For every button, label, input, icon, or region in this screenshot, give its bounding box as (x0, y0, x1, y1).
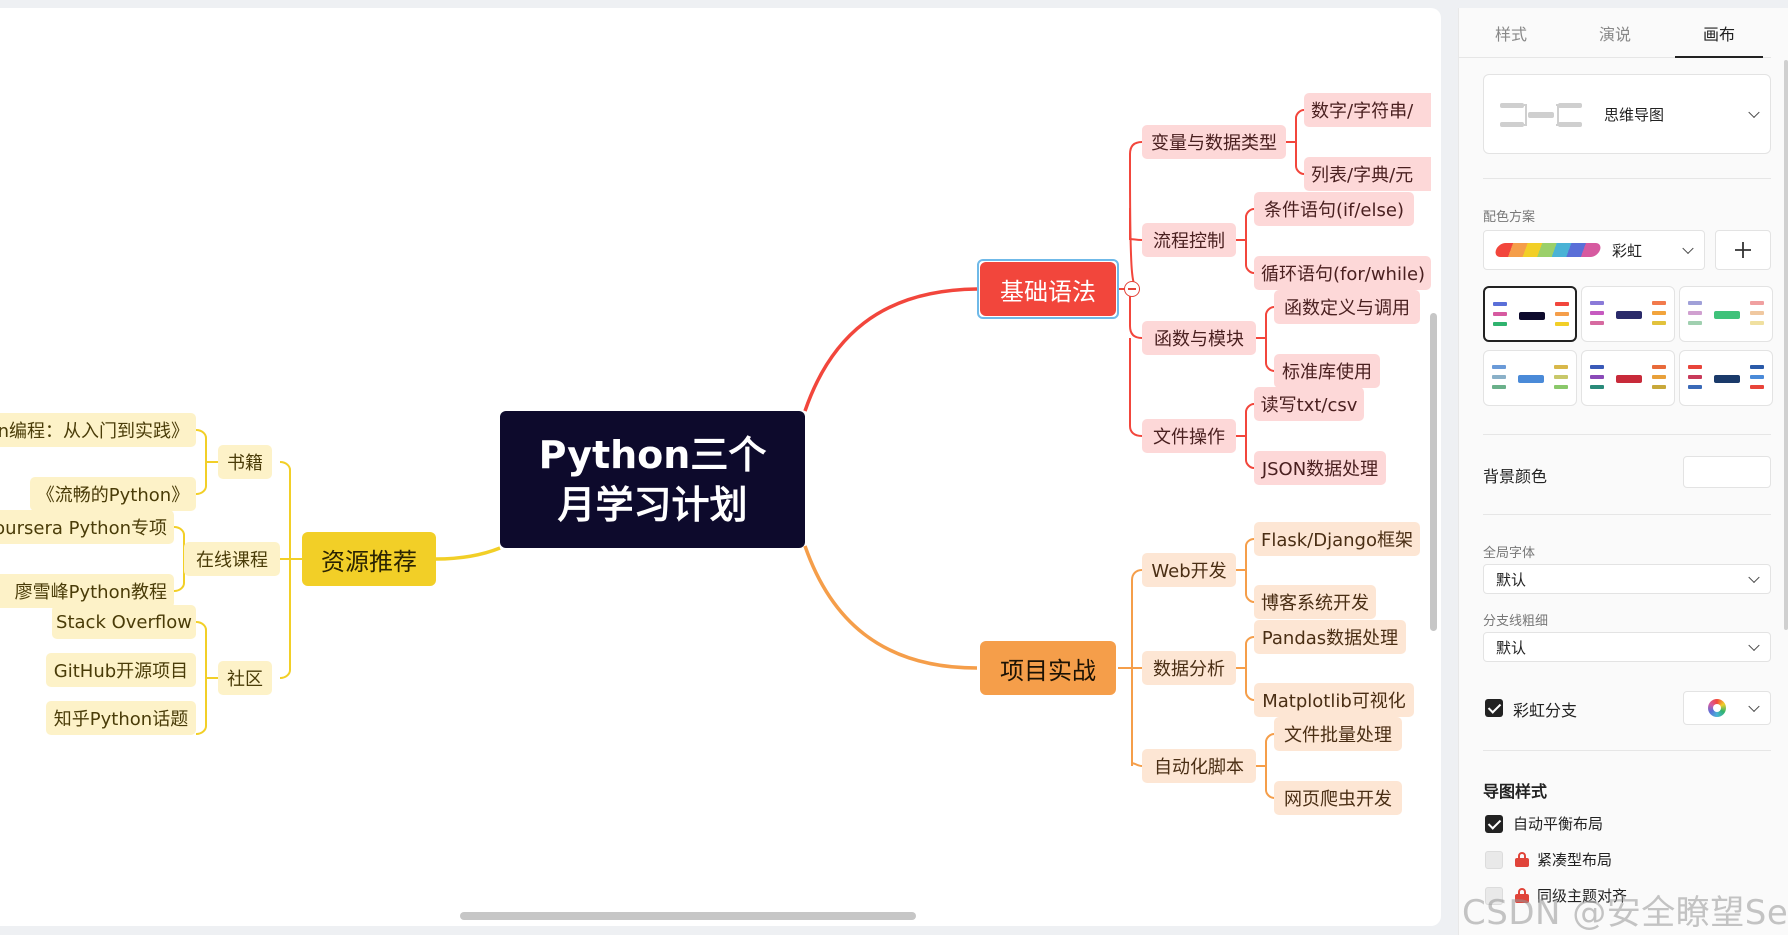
subtopic-courses[interactable]: 在线课程 (184, 542, 280, 576)
map-style-title: 导图样式 (1483, 782, 1548, 801)
branch-line-resources (435, 546, 501, 561)
subtopic-files[interactable]: 文件操作 (1142, 419, 1236, 453)
leaf-book-fluent[interactable]: 《流畅的Python》 (30, 477, 196, 511)
chevron-down-icon (1748, 700, 1760, 713)
leaf-batch-files[interactable]: 文件批量处理 (1274, 717, 1402, 751)
topic-resources[interactable]: 资源推荐 (302, 532, 436, 586)
divider (1483, 750, 1771, 751)
theme-thumb-4[interactable] (1483, 350, 1577, 406)
theme-thumb-6[interactable] (1679, 350, 1773, 406)
color-wheel-icon (1708, 699, 1726, 717)
leaf-flask-django[interactable]: Flask/Django框架 (1254, 522, 1420, 556)
subtopic-community[interactable]: 社区 (218, 661, 272, 695)
chevron-down-icon (1748, 639, 1760, 652)
chevron-down-icon (1748, 106, 1760, 119)
leaf-crawler[interactable]: 网页爬虫开发 (1274, 781, 1402, 815)
tab-canvas[interactable]: 画布 (1667, 8, 1771, 58)
rainbow-swatch-icon (1493, 243, 1603, 257)
leaf-json[interactable]: JSON数据处理 (1254, 451, 1386, 485)
tab-presentation[interactable]: 演说 (1563, 8, 1667, 57)
leaf-for-while[interactable]: 循环语句(for/while) (1254, 256, 1431, 290)
leaf-liaoxuefeng[interactable]: 廖雪峰Python教程 (0, 574, 174, 608)
subtopic-web[interactable]: Web开发 (1142, 553, 1236, 587)
subtopic-data-analysis[interactable]: 数据分析 (1142, 651, 1236, 685)
watermark: CSDN @安全瞭望Sec (1462, 893, 1788, 933)
divider (1483, 514, 1771, 515)
leaf-if-else[interactable]: 条件语句(if/else) (1254, 192, 1414, 226)
lock-icon (1515, 852, 1529, 867)
topic-basics[interactable]: 基础语法 (980, 262, 1116, 316)
color-scheme-label: 配色方案 (1483, 210, 1536, 225)
auto-balance-checkbox[interactable] (1485, 815, 1503, 833)
leaf-numbers-strings[interactable]: 数字/字符串/ (1304, 93, 1431, 127)
side-panel: 样式 演说 画布 思维导图 配色方案 彩虹 背景颜色 全局字体 默认 分支线粗细… (1458, 8, 1788, 935)
branch-line-basics (803, 287, 978, 412)
color-scheme-value: 彩虹 (1612, 241, 1643, 260)
plus-icon (1735, 242, 1751, 258)
auto-balance-label: 自动平衡布局 (1513, 815, 1604, 833)
background-color-label: 背景颜色 (1483, 467, 1548, 486)
theme-thumb-2[interactable] (1581, 286, 1675, 342)
leaf-matplotlib[interactable]: Matplotlib可视化 (1254, 683, 1414, 717)
rainbow-color-picker[interactable] (1683, 691, 1771, 725)
rainbow-branch-checkbox[interactable] (1485, 699, 1503, 717)
branch-width-label: 分支线粗细 (1483, 614, 1549, 629)
leaf-book-crash-course[interactable]: n编程：从入门到实践》 (0, 413, 196, 447)
horizontal-scrollbar[interactable] (460, 912, 916, 920)
topic-projects[interactable]: 项目实战 (980, 641, 1116, 695)
divider (1483, 434, 1771, 435)
leaf-txt-csv[interactable]: 读写txt/csv (1254, 387, 1364, 421)
global-font-select[interactable]: 默认 (1483, 564, 1771, 594)
collapse-icon[interactable] (1124, 281, 1140, 297)
leaf-pandas[interactable]: Pandas数据处理 (1254, 620, 1406, 654)
chevron-down-icon (1748, 571, 1760, 584)
compact-layout-checkbox[interactable] (1485, 851, 1503, 869)
panel-tabs: 样式 演说 画布 (1459, 8, 1771, 58)
compact-layout-label: 紧凑型布局 (1537, 851, 1613, 869)
tab-style[interactable]: 样式 (1459, 8, 1563, 57)
mindmap-canvas[interactable]: Python三个月学习计划 基础语法 项目实战 资源推荐 变量与数据类型 流程控… (0, 8, 1441, 926)
theme-thumb-5[interactable] (1581, 350, 1675, 406)
leaf-zhihu[interactable]: 知乎Python话题 (46, 701, 196, 735)
vertical-scrollbar[interactable] (1430, 313, 1437, 631)
structure-select[interactable]: 思维导图 (1483, 74, 1771, 154)
panel-scrollbar[interactable] (1784, 60, 1788, 630)
mindmap-structure-icon (1500, 103, 1582, 127)
color-scheme-select[interactable]: 彩虹 (1483, 230, 1705, 270)
structure-value: 思维导图 (1604, 106, 1665, 124)
add-scheme-button[interactable] (1715, 230, 1771, 270)
branch-width-select[interactable]: 默认 (1483, 632, 1771, 662)
leaf-github[interactable]: GitHub开源项目 (46, 653, 196, 687)
global-font-label: 全局字体 (1483, 546, 1536, 561)
branch-width-value: 默认 (1496, 638, 1527, 657)
background-color-picker[interactable] (1683, 456, 1771, 488)
leaf-blog[interactable]: 博客系统开发 (1254, 585, 1376, 619)
subtopic-control-flow[interactable]: 流程控制 (1142, 223, 1236, 257)
branch-line-projects (803, 545, 978, 670)
leaf-lists-dicts[interactable]: 列表/字典/元 (1304, 157, 1431, 191)
subtopic-variables[interactable]: 变量与数据类型 (1142, 125, 1286, 159)
subtopic-automation[interactable]: 自动化脚本 (1142, 749, 1256, 783)
leaf-stdlib[interactable]: 标准库使用 (1274, 354, 1380, 388)
subtopic-books[interactable]: 书籍 (218, 445, 272, 479)
leaf-coursera[interactable]: oursera Python专项 (0, 510, 174, 544)
global-font-value: 默认 (1496, 570, 1527, 589)
divider (1483, 178, 1771, 179)
leaf-func-def[interactable]: 函数定义与调用 (1274, 290, 1420, 324)
central-topic[interactable]: Python三个月学习计划 (500, 411, 805, 548)
leaf-stackoverflow[interactable]: Stack Overflow (52, 605, 196, 639)
theme-thumb-1[interactable] (1483, 286, 1577, 342)
chevron-down-icon (1682, 242, 1694, 255)
theme-thumb-3[interactable] (1679, 286, 1773, 342)
subtopic-functions[interactable]: 函数与模块 (1142, 321, 1256, 355)
rainbow-branch-label: 彩虹分支 (1513, 701, 1578, 720)
